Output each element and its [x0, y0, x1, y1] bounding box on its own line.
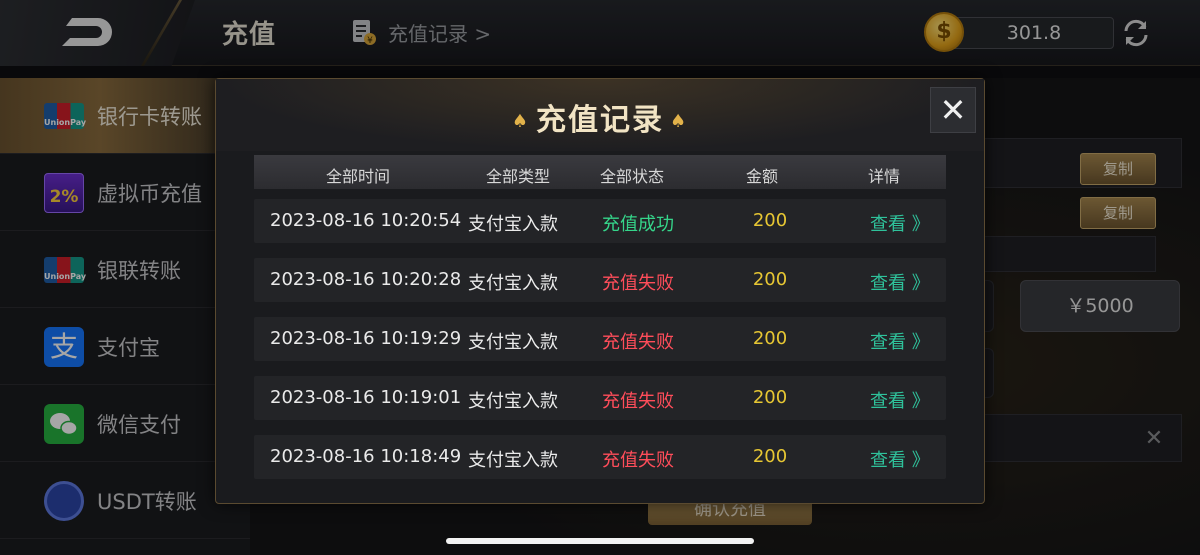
table-row: 2023-08-16 10:20:54 支付宝入款 充值成功 200 查看 》 — [254, 199, 946, 243]
modal-header: ♠ 充值记录 ♠ ✕ — [216, 79, 984, 151]
view-detail-link[interactable]: 查看 》 — [870, 446, 930, 472]
column-header-time[interactable]: 全部时间 — [326, 163, 390, 187]
cell-type: 支付宝入款 — [468, 273, 558, 294]
recharge-record-modal: ♠ 充值记录 ♠ ✕ 全部时间 全部类型 全部状态 金额 详情 2023-08-16… — [215, 78, 985, 504]
cell-status: 充值成功 — [602, 214, 674, 235]
cell-time: 2023-08-16 10:20:54 — [270, 210, 462, 231]
cell-time: 2023-08-16 10:19:01 — [270, 387, 462, 408]
cell-type: 支付宝入款 — [468, 332, 558, 353]
cell-time: 2023-08-16 10:19:29 — [270, 328, 462, 349]
view-detail-link[interactable]: 查看 》 — [870, 269, 930, 295]
spade-icon: ♠ — [511, 111, 530, 132]
view-detail-link[interactable]: 查看 》 — [870, 210, 930, 236]
table-row: 2023-08-16 10:19:29 支付宝入款 充值失败 200 查看 》 — [254, 317, 946, 361]
column-header-detail: 详情 — [868, 167, 901, 186]
modal-title-text: 充值记录 — [536, 103, 664, 138]
cell-type: 支付宝入款 — [468, 214, 558, 235]
cell-amount: 200 — [752, 328, 788, 349]
spade-icon: ♠ — [670, 111, 689, 132]
cell-type: 支付宝入款 — [468, 391, 558, 412]
view-detail-link[interactable]: 查看 》 — [870, 387, 930, 413]
table-row: 2023-08-16 10:18:49 支付宝入款 充值失败 200 查看 》 — [254, 435, 946, 479]
home-indicator[interactable] — [446, 538, 754, 544]
cell-amount: 200 — [752, 269, 788, 290]
cell-time: 2023-08-16 10:20:28 — [270, 269, 462, 290]
cell-amount: 200 — [752, 210, 788, 231]
view-detail-link[interactable]: 查看 》 — [870, 328, 930, 354]
cell-status: 充值失败 — [602, 391, 674, 412]
cell-status: 充值失败 — [602, 332, 674, 353]
cell-amount: 200 — [752, 446, 788, 467]
table-row: 2023-08-16 10:19:01 支付宝入款 充值失败 200 查看 》 — [254, 376, 946, 420]
cell-amount: 200 — [752, 387, 788, 408]
cell-time: 2023-08-16 10:18:49 — [270, 446, 462, 467]
column-header-status[interactable]: 全部状态 — [600, 163, 664, 187]
close-button[interactable]: ✕ — [930, 87, 976, 133]
column-header-type[interactable]: 全部类型 — [486, 163, 550, 187]
modal-title: ♠ 充值记录 ♠ — [216, 95, 984, 139]
cell-status: 充值失败 — [602, 450, 674, 471]
table-header: 全部时间 全部类型 全部状态 金额 详情 — [254, 155, 946, 189]
table-row: 2023-08-16 10:20:28 支付宝入款 充值失败 200 查看 》 — [254, 258, 946, 302]
cell-type: 支付宝入款 — [468, 450, 558, 471]
cell-status: 充值失败 — [602, 273, 674, 294]
column-header-amount: 金额 — [746, 167, 779, 186]
